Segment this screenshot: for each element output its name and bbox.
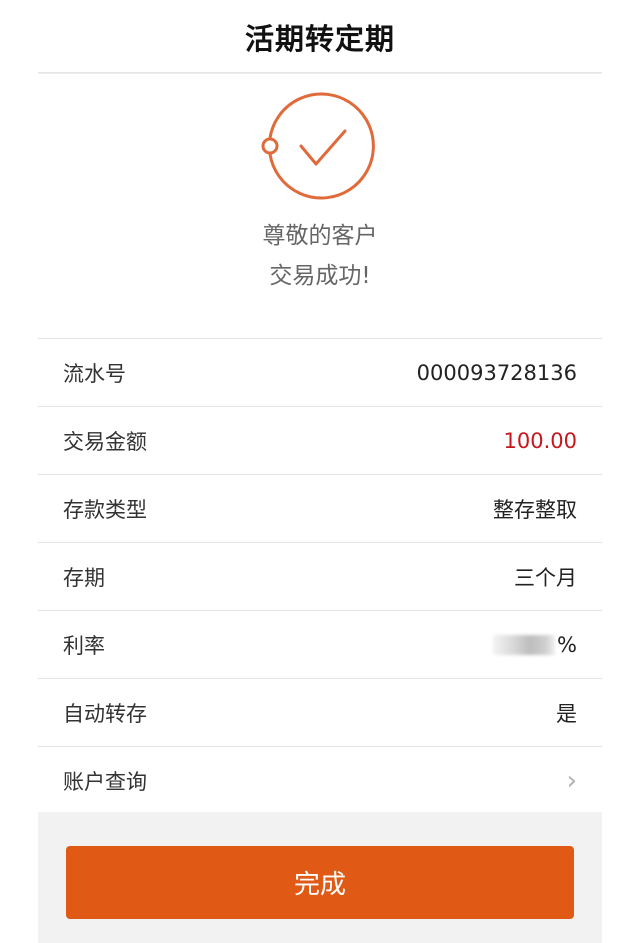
page-title: 活期转定期 [244,22,395,56]
row-deposit-type: 存款类型 整存整取 [38,475,602,543]
row-serial-number: 流水号 000093728136 [38,339,602,407]
amount-label: 交易金额 [63,429,147,454]
interest-rate-label: 利率 [63,633,105,658]
term-value: 三个月 [514,565,577,590]
interest-rate-value: % [493,633,577,657]
deposit-type-label: 存款类型 [63,497,147,522]
greeting-text: 尊敬的客户 [262,223,378,249]
redacted-rate-blur [493,634,556,655]
percent-sign: % [557,632,577,657]
account-query-label: 账户查询 [63,769,147,794]
auto-renew-label: 自动转存 [63,701,147,726]
serial-number-label: 流水号 [63,361,126,386]
success-message: 交易成功! [269,263,371,289]
amount-value: 100.00 [503,428,577,453]
check-circle-icon [261,92,375,200]
deposit-type-value: 整存整取 [493,497,577,522]
auto-renew-value: 是 [556,701,577,726]
detail-list: 流水号 000093728136 交易金额 100.00 存款类型 整存整取 存… [38,338,602,815]
result-card: 尊敬的客户 交易成功! 流水号 000093728136 交易金额 100.00… [38,74,602,943]
chevron-right-icon: › [566,765,577,796]
row-account-query[interactable]: 账户查询 › [38,747,602,815]
row-term: 存期 三个月 [38,543,602,611]
row-amount: 交易金额 100.00 [38,407,602,475]
footer-area: 完成 [38,812,602,943]
row-auto-renew: 自动转存 是 [38,679,602,747]
term-label: 存期 [63,565,105,590]
row-interest-rate: 利率 % [38,611,602,679]
app-header: 活期转定期 [0,0,640,74]
serial-number-value: 000093728136 [416,360,577,385]
done-button[interactable]: 完成 [66,846,574,919]
